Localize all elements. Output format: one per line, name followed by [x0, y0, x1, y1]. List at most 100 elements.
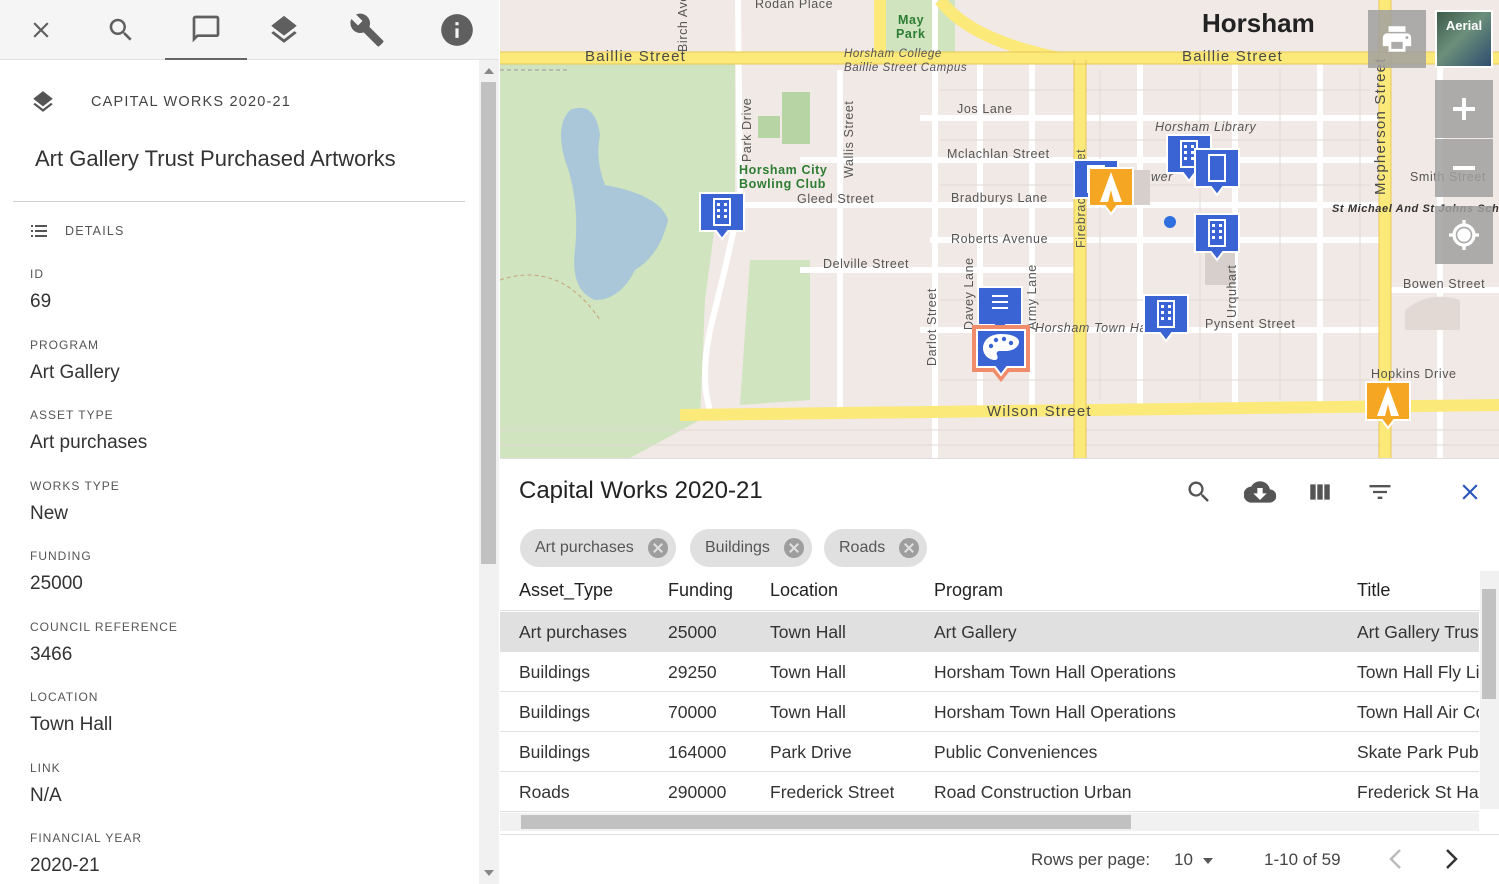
field-key: LINK — [30, 761, 61, 775]
remove-chip-icon[interactable] — [647, 538, 668, 558]
map-label: Baillie Street — [585, 48, 687, 65]
about-button[interactable] — [416, 0, 498, 60]
locate-button[interactable] — [1435, 206, 1493, 264]
columns-icon — [1310, 484, 1330, 500]
column-header-asset-type[interactable]: Asset_Type — [519, 569, 613, 609]
scroll-up-arrow[interactable] — [484, 68, 494, 74]
map-label: Park Drive — [740, 97, 754, 162]
map-view[interactable]: Rodan Place May Park Baillie Street Bail… — [500, 0, 1499, 458]
table-row[interactable]: Roads 290000 Frederick Street Road Const… — [500, 772, 1479, 812]
cell-location: Frederick Street — [770, 782, 895, 802]
details-header: DETAILS — [31, 224, 125, 238]
feature-details-panel[interactable]: CAPITAL WORKS 2020-21 Art Gallery Trust … — [0, 60, 478, 884]
field-key: COUNCIL REFERENCE — [30, 620, 178, 634]
field-works-type: WORKS TYPE New — [30, 479, 120, 525]
chip-label: Art purchases — [535, 539, 634, 556]
field-funding: FUNDING 25000 — [30, 549, 92, 595]
minus-icon — [1453, 166, 1475, 170]
column-header-title[interactable]: Title — [1357, 569, 1479, 609]
cell-title: Town Hall Fly Line — [1357, 662, 1479, 682]
close-icon — [33, 22, 49, 38]
building-marker[interactable] — [1192, 212, 1242, 264]
filter-chip-art-purchases[interactable]: Art purchases — [520, 529, 676, 567]
app-root: CAPITAL WORKS 2020-21 Art Gallery Trust … — [0, 0, 1499, 884]
panel-scrollbar[interactable] — [479, 60, 499, 884]
previous-page-button[interactable] — [1387, 847, 1405, 876]
map-label: Rodan Place — [755, 0, 834, 11]
building-marker[interactable] — [697, 191, 747, 243]
table-row[interactable]: Buildings 164000 Park Drive Public Conve… — [500, 732, 1479, 772]
feature-title: Art Gallery Trust Purchased Artworks — [35, 146, 396, 171]
zoom-in-button[interactable] — [1435, 80, 1493, 138]
scrollbar-thumb[interactable] — [521, 815, 1131, 829]
filter-chip-buildings[interactable]: Buildings — [690, 529, 812, 567]
table-close-button[interactable] — [1453, 475, 1487, 509]
tools-button[interactable] — [326, 0, 408, 60]
cell-program: Art Gallery — [934, 622, 1017, 642]
remove-chip-icon[interactable] — [899, 538, 920, 558]
column-header-program[interactable]: Program — [934, 569, 1003, 609]
tools-icon — [350, 13, 384, 47]
map-label: Wilson Street — [987, 403, 1092, 420]
table-horizontal-scrollbar[interactable] — [500, 813, 1479, 831]
building-marker[interactable] — [1192, 147, 1242, 199]
feature-info-tab[interactable] — [165, 0, 247, 60]
map-label: Pynsent Street — [1205, 317, 1296, 331]
column-header-location[interactable]: Location — [770, 569, 838, 609]
side-panel: CAPITAL WORKS 2020-21 Art Gallery Trust … — [0, 0, 499, 884]
rows-per-page-select[interactable]: 10 — [1174, 850, 1213, 870]
map-label: Army Lane — [1025, 264, 1039, 330]
columns-button[interactable] — [1303, 475, 1337, 509]
field-key: FINANCIAL YEAR — [30, 831, 143, 845]
scroll-down-arrow[interactable] — [484, 870, 494, 876]
field-key: WORKS TYPE — [30, 479, 120, 493]
layers-button[interactable] — [243, 0, 325, 60]
download-button[interactable] — [1243, 475, 1277, 509]
search-button[interactable] — [80, 0, 162, 60]
print-button[interactable] — [1368, 10, 1426, 68]
cell-asset-type: Buildings — [519, 742, 591, 762]
map-label: Bowen Street — [1403, 277, 1486, 291]
cell-funding: 29250 — [668, 662, 717, 682]
building-marker[interactable] — [1141, 293, 1191, 345]
map-label: Jos Lane — [957, 102, 1013, 116]
field-value: New — [30, 503, 69, 524]
field-value: 3466 — [30, 644, 73, 665]
filter-button[interactable] — [1363, 475, 1397, 509]
road-works-marker[interactable] — [1086, 166, 1136, 218]
field-key: ID — [30, 267, 44, 281]
scrollbar-thumb[interactable] — [1482, 589, 1496, 699]
table-row[interactable]: Buildings 29250 Town Hall Horsham Town H… — [500, 652, 1479, 692]
map-label: Hopkins Drive — [1371, 367, 1457, 381]
next-page-button[interactable] — [1442, 847, 1460, 876]
field-program: PROGRAM Art Gallery — [30, 338, 120, 384]
scrollbar-thumb[interactable] — [481, 82, 496, 564]
field-council-reference: COUNCIL REFERENCE 3466 — [30, 620, 178, 666]
field-value: Art purchases — [30, 432, 148, 453]
road-works-marker[interactable] — [1363, 380, 1413, 432]
filter-icon — [1369, 485, 1391, 499]
table-title: Capital Works 2020-21 — [519, 477, 763, 504]
zoom-out-button[interactable] — [1435, 139, 1493, 197]
map-label: Darlot Street — [925, 288, 939, 366]
map-label: May — [898, 13, 925, 27]
basemap-label: Aerial — [1445, 18, 1483, 33]
map-label: Wallis Street — [842, 100, 856, 179]
filter-chip-roads[interactable]: Roads — [824, 529, 928, 567]
art-marker-selected[interactable] — [969, 322, 1033, 384]
table-row[interactable]: Art purchases 25000 Town Hall Art Galler… — [500, 612, 1479, 652]
map-label: Horsham Town Hall — [1035, 321, 1154, 335]
chip-label: Buildings — [705, 539, 770, 556]
remove-chip-icon[interactable] — [783, 538, 804, 558]
table-row[interactable]: Buildings 70000 Town Hall Horsham Town H… — [500, 692, 1479, 732]
table-search-button[interactable] — [1182, 475, 1216, 509]
map-label: Horsham Library — [1155, 120, 1257, 134]
field-value: Town Hall — [30, 714, 113, 735]
column-header-funding[interactable]: Funding — [668, 569, 733, 609]
table-vertical-scrollbar[interactable] — [1480, 571, 1499, 809]
plus-icon — [1453, 98, 1475, 120]
city-label: Horsham — [1202, 8, 1315, 38]
close-button[interactable] — [0, 0, 82, 60]
basemap-toggle[interactable]: Aerial — [1435, 10, 1493, 68]
layers-icon — [33, 91, 53, 112]
